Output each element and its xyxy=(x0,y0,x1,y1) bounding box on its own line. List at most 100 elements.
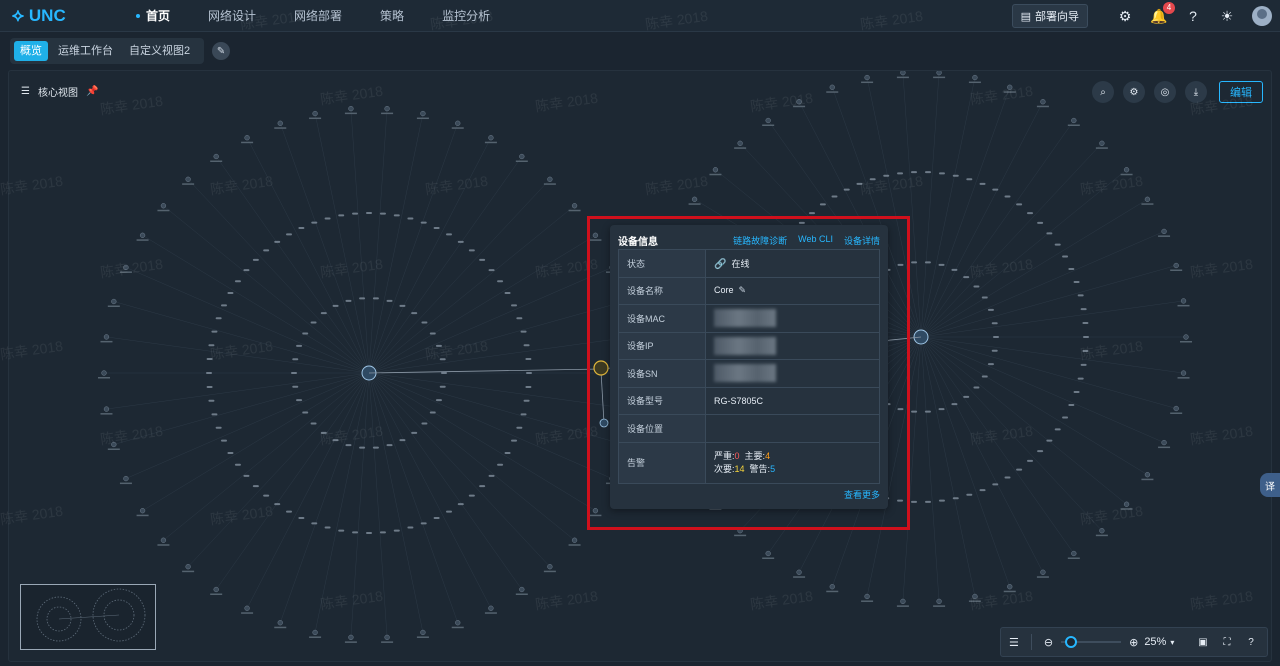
topology-node-label xyxy=(568,209,581,212)
view-more-link[interactable]: 查看更多 xyxy=(844,488,880,501)
topology-link xyxy=(368,372,388,638)
topology-port-node xyxy=(897,172,904,175)
topology-port-node xyxy=(952,497,959,500)
topology-node-label xyxy=(136,239,149,241)
download-icon[interactable]: ⤓ xyxy=(1185,81,1207,103)
side-translate-tab[interactable]: 译 xyxy=(1260,473,1280,497)
topology-port-node xyxy=(963,276,970,279)
topology-port-node xyxy=(320,431,327,434)
edit-name-pencil-icon[interactable]: ✎ xyxy=(739,285,747,295)
gear-icon[interactable]: ⚙ xyxy=(1123,81,1145,103)
tab-overview[interactable]: 概览 xyxy=(14,41,48,61)
fullscreen-icon[interactable]: ⛶ xyxy=(1219,634,1235,650)
topology-port-node xyxy=(992,188,999,191)
topology-port-node xyxy=(1082,349,1089,352)
link-online-icon: 🔗 xyxy=(714,258,727,270)
layout-toggle-icon[interactable]: ☰ xyxy=(1009,636,1019,649)
popup-title: 设备信息 xyxy=(618,237,658,248)
chevron-down-icon[interactable]: ▾ xyxy=(1170,638,1174,647)
status-value-cell: 🔗 在线 xyxy=(705,249,880,278)
topology-link xyxy=(368,372,523,590)
topology-node-label xyxy=(933,605,946,607)
zoom-slider[interactable] xyxy=(1061,636,1122,648)
table-row: 设备名称 Core ✎ xyxy=(618,276,880,305)
fit-view-icon[interactable]: ▣ xyxy=(1195,634,1211,650)
alarm-cell: 严重:0 主要:4 次要:14 警告:5 xyxy=(705,441,880,484)
minor-count[interactable]: 14 xyxy=(735,464,745,474)
nav-item-monitoring[interactable]: 监控分析 xyxy=(442,7,490,24)
zoom-in-icon[interactable]: ⊕ xyxy=(1129,636,1138,649)
critical-count[interactable]: 0 xyxy=(735,451,740,461)
zoom-level[interactable]: 25% xyxy=(1144,636,1166,648)
link-device-details[interactable]: 设备详情 xyxy=(844,234,880,247)
topology-link xyxy=(920,336,1103,531)
minimap[interactable] xyxy=(20,584,156,650)
topology-node-label xyxy=(157,209,170,212)
pin-icon[interactable]: 📌 xyxy=(86,86,98,97)
search-icon[interactable]: ⌕ xyxy=(1092,81,1114,103)
topology-node-label xyxy=(793,576,806,578)
topology-port-node xyxy=(311,221,318,224)
topology-port-node xyxy=(993,336,999,338)
help-icon[interactable]: ? xyxy=(1182,5,1204,27)
edit-button[interactable]: 编辑 xyxy=(1219,81,1263,103)
help-icon[interactable]: ? xyxy=(1243,634,1259,650)
topology-port-node xyxy=(310,422,317,425)
topology-link xyxy=(920,336,940,602)
nav-item-network-design[interactable]: 网络设计 xyxy=(208,7,256,24)
topology-port-node xyxy=(234,280,241,283)
edit-tabs-pencil-icon[interactable]: ✎ xyxy=(212,42,231,60)
topology-port-node xyxy=(468,249,475,252)
topology-port-node xyxy=(1062,255,1069,258)
deploy-wizard-button[interactable]: ▤ 部署向导 xyxy=(1011,4,1088,28)
notification-bell-icon[interactable]: 🔔 4 xyxy=(1148,2,1175,27)
warning-count[interactable]: 5 xyxy=(770,464,775,474)
topology-link xyxy=(280,372,370,623)
link-fault-diagnosis[interactable]: 链路故障诊断 xyxy=(733,234,787,247)
topology-port-node xyxy=(1027,459,1034,462)
topology-link xyxy=(920,336,1184,374)
topology-link xyxy=(368,205,575,374)
settings-icon[interactable]: ⚙ xyxy=(1114,5,1136,27)
nav-item-network-deploy[interactable]: 网络部署 xyxy=(294,7,342,24)
topology-node-label xyxy=(100,413,113,415)
topology-device-node xyxy=(547,176,553,182)
device-sn-cell xyxy=(705,359,880,388)
tab-ops-workbench[interactable]: 运维工作台 xyxy=(52,41,119,61)
topology-link xyxy=(113,372,370,445)
device-ip-label: 设备IP xyxy=(618,331,706,360)
topology-port-node xyxy=(320,312,327,315)
notification-badge: 4 xyxy=(1163,2,1175,14)
topology-device-node xyxy=(1071,117,1077,124)
link-web-cli[interactable]: Web CLI xyxy=(798,234,833,247)
topology-node-label xyxy=(1177,304,1190,307)
theme-sun-icon[interactable]: ☀ xyxy=(1216,5,1238,27)
zoom-out-icon[interactable]: ⊖ xyxy=(1044,636,1053,649)
topology-device-node xyxy=(571,537,578,543)
topology-port-node xyxy=(338,214,345,217)
nav-item-home[interactable]: 首页 xyxy=(136,7,170,24)
view-toggle-icon[interactable]: ☰ xyxy=(21,86,30,97)
nav-item-policy[interactable]: 策略 xyxy=(380,7,404,24)
user-avatar[interactable] xyxy=(1252,6,1272,26)
tab-custom-view-2[interactable]: 自定义视图2 xyxy=(123,41,196,61)
zoom-slider-handle[interactable] xyxy=(1065,636,1078,648)
topology-port-node xyxy=(243,269,250,272)
topology-link xyxy=(920,87,1010,338)
topology-device-node xyxy=(864,74,870,81)
topology-device-node xyxy=(420,629,426,636)
logo[interactable]: ⟡ UNC xyxy=(12,5,122,26)
hide-icon[interactable]: ◎ xyxy=(1154,81,1176,103)
topology-port-node xyxy=(951,268,958,271)
topology-device-node xyxy=(312,110,318,117)
topology-port-node xyxy=(372,297,379,300)
topology-device-node xyxy=(519,586,525,593)
major-count[interactable]: 4 xyxy=(765,451,770,461)
topology-port-node xyxy=(479,485,486,488)
topology-link xyxy=(368,372,492,609)
topology-port-node xyxy=(345,299,352,302)
topology-port-node xyxy=(511,439,518,442)
topology-port-node xyxy=(520,413,527,416)
topology-port-node xyxy=(324,217,331,220)
topology-device-node xyxy=(900,71,906,76)
